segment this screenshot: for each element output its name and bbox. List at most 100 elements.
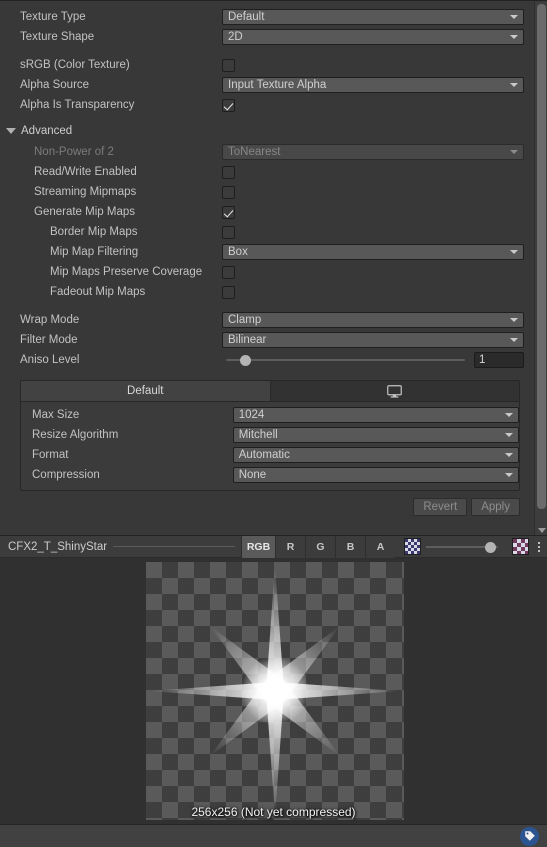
row-alpha-is-transparency: Alpha Is Transparency (0, 95, 532, 115)
dropdown-wrap-mode[interactable]: Clamp (222, 312, 524, 328)
row-read-write-enabled: Read/Write Enabled (0, 162, 532, 182)
scroll-down-icon[interactable] (538, 528, 546, 533)
platform-tab-bar: Default (21, 381, 519, 402)
row-streaming-mipmaps: Streaming Mipmaps (0, 182, 532, 202)
channel-toggle-g[interactable]: G (305, 535, 335, 558)
dropdown-texture-type[interactable]: Default (222, 9, 524, 25)
mip-slider-knob[interactable] (485, 541, 496, 553)
label-max-size: Max Size (32, 409, 80, 421)
dropdown-filter-mode[interactable]: Bilinear (222, 332, 524, 348)
channel-toggle-b[interactable]: B (335, 535, 365, 558)
dropdown-non-power-of-2-value: ToNearest (228, 146, 281, 158)
row-fadeout-mip-maps: Fadeout Mip Maps (0, 282, 532, 302)
label-compression: Compression (32, 469, 100, 481)
chevron-down-icon (505, 413, 513, 417)
channel-toggle-a[interactable]: A (365, 535, 395, 558)
dropdown-format[interactable]: Automatic (232, 447, 519, 463)
checker-small-icon (404, 538, 421, 555)
apply-button[interactable]: Apply (471, 498, 520, 516)
chevron-down-icon (505, 433, 513, 437)
checkbox-streaming-mipmaps[interactable] (222, 185, 235, 199)
row-resize-algorithm: Resize Algorithm Mitchell (21, 425, 519, 445)
checkbox-border-mip-maps[interactable] (222, 225, 235, 239)
chevron-down-icon (510, 318, 518, 322)
texture-preview-image[interactable] (146, 562, 404, 820)
label-aniso-level: Aniso Level (20, 354, 80, 366)
tab-default[interactable]: Default (21, 381, 271, 401)
channel-toggle-r[interactable]: R (275, 535, 305, 558)
dropdown-texture-type-value: Default (228, 11, 265, 23)
checkbox-read-write-enabled[interactable] (222, 165, 235, 179)
chevron-down-icon (505, 473, 513, 477)
dropdown-alpha-source[interactable]: Input Texture Alpha (222, 77, 524, 93)
dropdown-filter-mode-value: Bilinear (228, 334, 267, 346)
scrollbar-thumb[interactable] (537, 4, 546, 509)
channel-toggle-rgb[interactable]: RGB (241, 535, 275, 558)
chevron-down-icon (510, 250, 518, 254)
revert-button[interactable]: Revert (413, 498, 468, 516)
inspector-scrollbar[interactable] (534, 2, 547, 535)
slider-aniso-level[interactable] (222, 352, 469, 368)
row-mip-maps-preserve-coverage: Mip Maps Preserve Coverage (0, 262, 532, 282)
preview-toolbar: CFX2_T_ShinyStar RGB R G B A (0, 535, 547, 558)
tab-default-label: Default (127, 385, 164, 397)
texture-preview-panel: 256x256 (Not yet compressed) (0, 558, 547, 824)
row-compression: Compression None (21, 465, 519, 485)
label-non-power-of-2: Non-Power of 2 (34, 146, 114, 158)
label-generate-mip-maps: Generate Mip Maps (34, 206, 135, 218)
chevron-down-icon (505, 453, 513, 457)
channel-toggle-group: RGB R G B A (241, 535, 395, 558)
row-srgb: sRGB (Color Texture) (0, 55, 532, 75)
tab-standalone[interactable] (271, 381, 520, 401)
dropdown-compression[interactable]: None (232, 467, 519, 483)
checkbox-mip-maps-preserve-coverage[interactable] (222, 265, 235, 279)
label-filter-mode: Filter Mode (20, 334, 78, 346)
tag-icon[interactable] (520, 826, 539, 846)
dropdown-max-size-value: 1024 (238, 409, 265, 421)
dropdown-texture-shape-value: 2D (228, 31, 243, 43)
status-bar (0, 824, 547, 847)
slider-track (226, 359, 465, 361)
chevron-down-icon (510, 83, 518, 87)
row-mip-map-filtering: Mip Map Filtering Box (0, 242, 532, 262)
label-streaming-mipmaps: Streaming Mipmaps (34, 186, 137, 198)
dropdown-mip-map-filtering[interactable]: Box (222, 244, 524, 260)
dropdown-max-size[interactable]: 1024 (232, 407, 519, 423)
dropdown-alpha-source-value: Input Texture Alpha (228, 79, 327, 91)
foldout-advanced[interactable]: Advanced (0, 121, 532, 140)
row-wrap-mode: Wrap Mode Clamp (0, 310, 532, 330)
label-mip-map-filtering: Mip Map Filtering (50, 246, 139, 258)
dropdown-format-value: Automatic (238, 449, 290, 461)
shiny-star-sprite (149, 565, 401, 817)
toolbar-divider (113, 546, 235, 547)
preview-asset-name: CFX2_T_ShinyStar (8, 540, 108, 553)
row-filter-mode: Filter Mode Bilinear (0, 330, 532, 350)
checkbox-alpha-is-transparency[interactable] (222, 98, 235, 112)
dropdown-texture-shape[interactable]: 2D (222, 29, 524, 45)
label-wrap-mode: Wrap Mode (20, 314, 80, 326)
platform-settings-rows: Max Size 1024 Resize Algorithm Mitchell … (21, 402, 519, 490)
chevron-down-icon (510, 35, 518, 39)
checkbox-generate-mip-maps[interactable] (222, 205, 235, 219)
label-format: Format (32, 449, 69, 461)
platform-settings-box: Default Max Size 1024 Resize Algorithm M… (20, 380, 520, 491)
checkbox-srgb[interactable] (222, 58, 235, 72)
checkbox-fadeout-mip-maps[interactable] (222, 285, 235, 299)
mip-level-slider[interactable] (426, 539, 498, 555)
row-max-size: Max Size 1024 (21, 405, 519, 425)
input-aniso-level[interactable]: 1 (474, 352, 524, 368)
kebab-menu-icon[interactable] (531, 536, 547, 558)
texture-import-inspector: Texture Type Default Texture Shape 2D sR… (0, 0, 547, 535)
slider-knob[interactable] (240, 354, 251, 366)
dropdown-resize-algorithm-value: Mitchell (238, 429, 278, 441)
dropdown-resize-algorithm[interactable]: Mitchell (232, 427, 519, 443)
label-alpha-is-transparency: Alpha Is Transparency (20, 99, 135, 111)
row-texture-shape: Texture Shape 2D (0, 27, 532, 47)
dropdown-wrap-mode-value: Clamp (228, 314, 262, 326)
chevron-down-icon (510, 15, 518, 19)
dropdown-mip-map-filtering-value: Box (228, 246, 248, 258)
label-fadeout-mip-maps: Fadeout Mip Maps (50, 286, 146, 298)
row-format: Format Automatic (21, 445, 519, 465)
chevron-down-icon (510, 150, 518, 154)
row-texture-type: Texture Type Default (0, 7, 532, 27)
